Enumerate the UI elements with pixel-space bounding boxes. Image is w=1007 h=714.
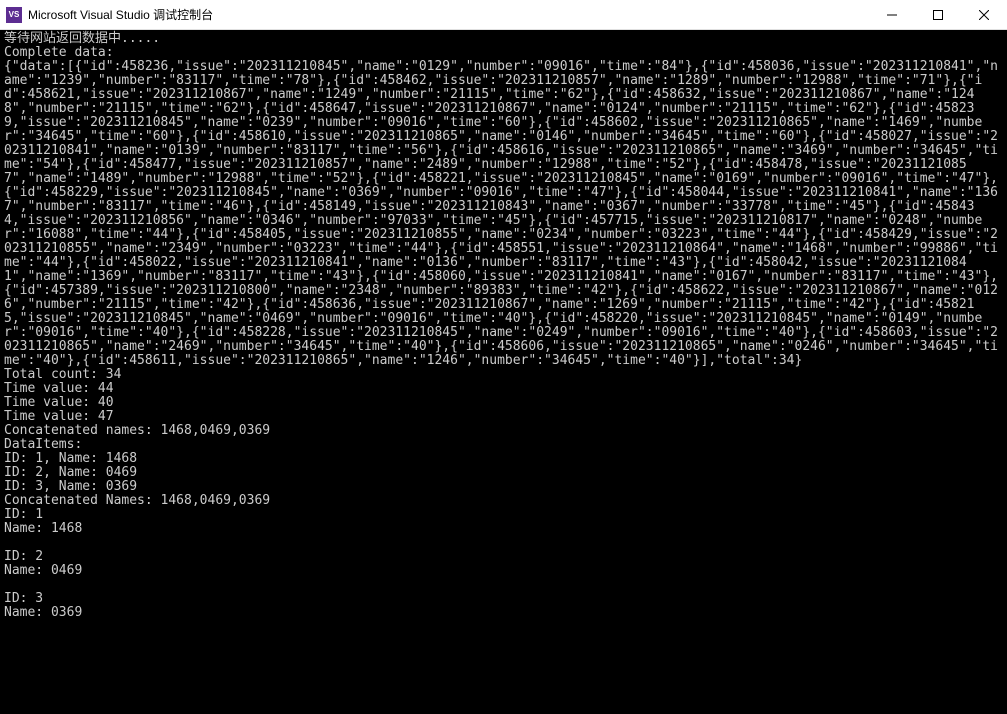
console-line: Name: 0369 <box>4 605 82 620</box>
console-line: ID: 2, Name: 0469 <box>4 465 137 480</box>
console-line: Time value: 40 <box>4 395 114 410</box>
console-line: 等待网站返回数据中..... <box>4 31 160 46</box>
maximize-button[interactable] <box>915 0 961 29</box>
console-line: Concatenated Names: 1468,0469,0369 <box>4 493 270 508</box>
console-line: Time value: 44 <box>4 381 114 396</box>
titlebar: VS Microsoft Visual Studio 调试控制台 <box>0 0 1007 30</box>
console-line: Concatenated names: 1468,0469,0369 <box>4 423 270 438</box>
console-line: ID: 1 <box>4 507 43 522</box>
console-line: DataItems: <box>4 437 82 452</box>
console-line: {"data":[{"id":458236,"issue":"202311210… <box>4 59 998 368</box>
close-button[interactable] <box>961 0 1007 29</box>
console-line: ID: 3 <box>4 591 43 606</box>
console-line: ID: 2 <box>4 549 43 564</box>
console-line: Name: 0469 <box>4 563 82 578</box>
console-line: ID: 1, Name: 1468 <box>4 451 137 466</box>
window-controls <box>869 0 1007 29</box>
window-title: Microsoft Visual Studio 调试控制台 <box>28 6 869 23</box>
console-line: Complete data: <box>4 45 114 60</box>
vs-icon: VS <box>6 7 22 23</box>
console-line: Name: 1468 <box>4 521 82 536</box>
minimize-button[interactable] <box>869 0 915 29</box>
console-output[interactable]: 等待网站返回数据中..... Complete data: {"data":[{… <box>0 30 1007 714</box>
console-line: ID: 3, Name: 0369 <box>4 479 137 494</box>
console-line: Total count: 34 <box>4 367 121 382</box>
console-line: Time value: 47 <box>4 409 114 424</box>
